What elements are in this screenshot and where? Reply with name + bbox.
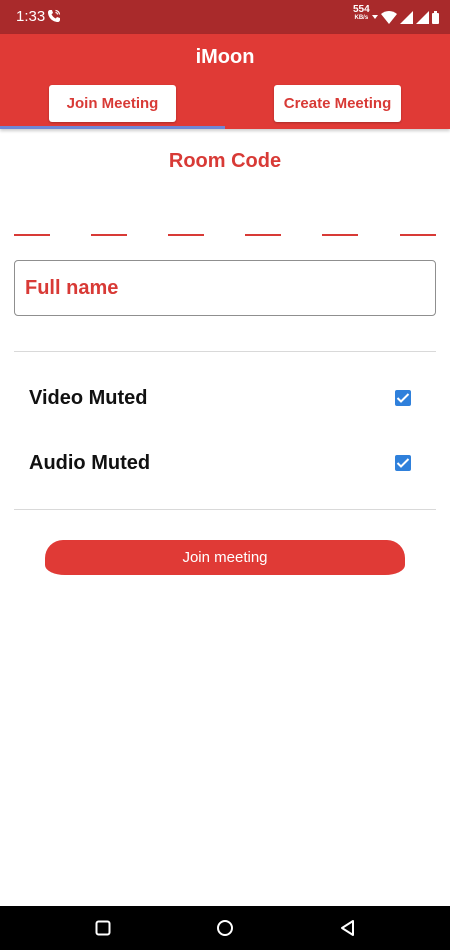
audio-muted-label: Audio Muted [29, 452, 151, 474]
tab-create-meeting[interactable]: Create Meeting [274, 85, 401, 122]
status-time: 1:33 [16, 8, 46, 25]
battery-icon [432, 10, 439, 24]
audio-muted-checkbox[interactable] [395, 455, 411, 471]
signal-icon [400, 10, 413, 24]
full-name-input[interactable] [25, 261, 425, 315]
network-speed: 554 KB/s [353, 5, 370, 23]
check-icon [396, 393, 410, 403]
audio-muted-row[interactable]: Audio Muted [14, 438, 436, 488]
room-code-slot-4[interactable] [245, 234, 281, 236]
phone-call-icon [48, 9, 61, 22]
signal-icon [416, 10, 429, 24]
system-nav-bar [0, 906, 450, 950]
room-code-input[interactable] [14, 234, 436, 237]
room-code-slot-1[interactable] [14, 234, 50, 236]
room-code-label: Room Code [168, 150, 282, 172]
room-code-slot-5[interactable] [322, 234, 358, 236]
tab-join-meeting[interactable]: Join Meeting [49, 85, 176, 122]
home-icon[interactable] [215, 918, 235, 938]
back-icon[interactable] [338, 918, 358, 938]
join-meeting-button[interactable]: Join meeting [45, 540, 405, 575]
video-muted-checkbox[interactable] [395, 390, 411, 406]
divider [14, 351, 436, 352]
recents-icon[interactable] [93, 918, 113, 938]
app-bar: iMoon Join Meeting Create Meeting [0, 34, 450, 129]
app-title: iMoon [195, 46, 255, 68]
room-code-slot-6[interactable] [400, 234, 436, 236]
data-arrows-icon [372, 15, 378, 19]
divider [14, 509, 436, 510]
status-icons [372, 10, 439, 24]
full-name-field[interactable] [14, 260, 436, 316]
video-muted-row[interactable]: Video Muted [14, 373, 436, 423]
video-muted-label: Video Muted [29, 387, 148, 409]
room-code-slot-2[interactable] [91, 234, 127, 236]
status-bar: 1:33 554 KB/s [0, 0, 450, 34]
network-speed-unit: KB/s [354, 15, 369, 21]
wifi-icon [381, 10, 397, 24]
tab-indicator [0, 126, 225, 129]
check-icon [396, 458, 410, 468]
room-code-slot-3[interactable] [168, 234, 204, 236]
